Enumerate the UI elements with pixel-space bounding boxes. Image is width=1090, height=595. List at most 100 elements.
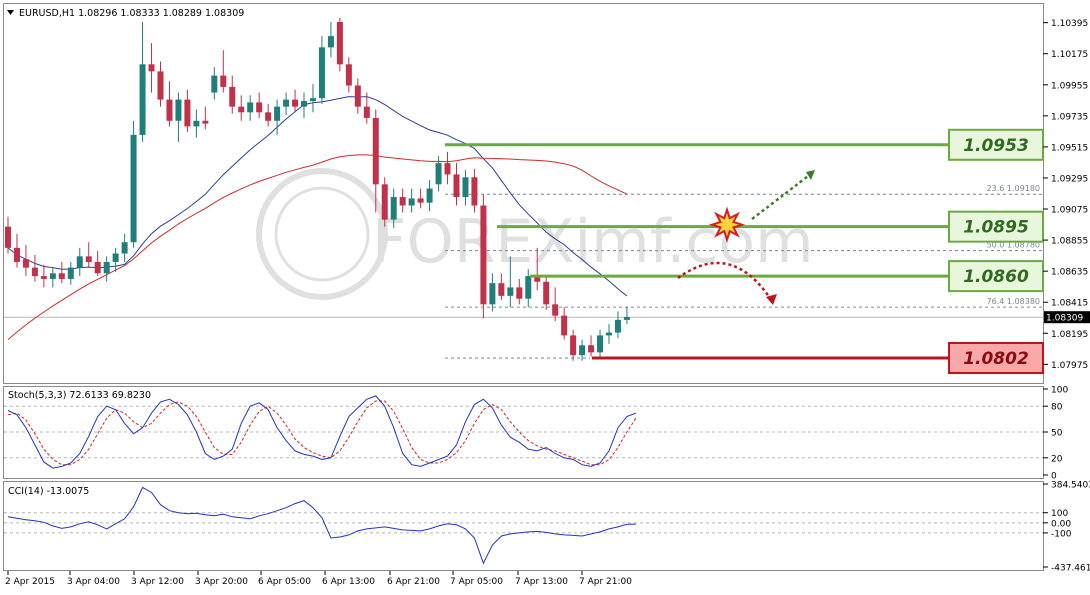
price-tick-label: 1.09515 [1051, 143, 1088, 153]
chart-canvas: FOREXimf.com 23.6 1.0918050.0 1.0878076.… [3, 3, 1090, 587]
candle-body [67, 267, 74, 279]
candle-body [76, 256, 83, 268]
price-tick-label: 1.09955 [1051, 81, 1088, 91]
cci-title: CCI(14) -13.0075 [8, 486, 89, 497]
candle-body [184, 99, 191, 127]
candle-body [103, 261, 110, 274]
candle-body [408, 198, 415, 206]
candle-body [40, 276, 47, 279]
current-price-label: 1.08309 [1046, 314, 1083, 324]
candle-body [220, 75, 227, 87]
cci-panel-frame [3, 481, 1044, 571]
candle-body [112, 253, 119, 262]
price-tick-label: 1.08415 [1051, 299, 1088, 309]
candle-body [318, 47, 325, 99]
candle-body [157, 71, 164, 100]
candle-body [292, 99, 299, 107]
stoch-tick-label: 100 [1051, 386, 1068, 396]
cci-tick-label: 0.00 [1051, 519, 1071, 529]
candle-body [139, 64, 146, 135]
candle-body [211, 75, 218, 93]
candle-body [58, 273, 65, 279]
candle-body [5, 226, 11, 248]
price-tick-label: 1.10395 [1051, 19, 1088, 29]
stoch-tick-label: 80 [1051, 403, 1063, 413]
price-tick-label: 1.08635 [1051, 268, 1088, 278]
price-tick-label: 1.09075 [1051, 206, 1088, 216]
stoch-tick-label: 50 [1051, 429, 1063, 439]
candle-body [148, 64, 155, 72]
price-tick-label: 1.09295 [1051, 174, 1088, 184]
fib-level-label: 23.6 1.09180 [987, 184, 1040, 193]
candle-body [399, 197, 406, 206]
cci-tick-label: 100 [1051, 509, 1068, 519]
time-tick-label: 2 Apr 2015 [5, 577, 55, 587]
time-tick-label: 3 Apr 04:00 [67, 577, 120, 587]
candle-body [471, 177, 478, 206]
candle-body [175, 99, 182, 121]
candle-body [597, 335, 604, 353]
price-tick-label: 1.08195 [1051, 330, 1088, 340]
candle-body [265, 112, 272, 121]
candle-body [309, 98, 316, 102]
candle-body [579, 345, 586, 356]
candle-body [85, 256, 92, 262]
candle-body [13, 247, 20, 262]
price-tick-label: 1.08855 [1051, 237, 1088, 247]
candle-body [614, 319, 621, 333]
candle-body [372, 117, 379, 185]
candle-body [480, 205, 487, 305]
candle-body [623, 317, 630, 320]
candle-body [247, 102, 254, 113]
chart-window: FOREXimf.com 23.6 1.09180 50.0 1.08780 76.… [0, 0, 1090, 591]
candle-body [435, 163, 442, 185]
candle-body [193, 120, 200, 127]
candle-body [49, 273, 56, 279]
candle-body [453, 174, 460, 198]
price-tick-label: 1.10175 [1051, 50, 1088, 60]
candle-body [274, 106, 281, 121]
candle-body [327, 36, 334, 48]
price-tick-label: 1.07975 [1051, 361, 1088, 371]
candle-body [426, 188, 433, 203]
candle-body [605, 332, 612, 336]
candle-body [516, 287, 523, 299]
price-panel-frame [3, 3, 1044, 384]
cci-tick-label: -437.4614 [1051, 564, 1090, 574]
candle-body [22, 259, 29, 268]
candle-body [301, 101, 308, 107]
price-tick-label: 1.09735 [1051, 112, 1088, 122]
candle-body [390, 197, 397, 220]
candle-body [345, 64, 352, 86]
candle-body [570, 335, 577, 356]
time-tick-label: 6 Apr 05:00 [258, 577, 311, 587]
candle-body [31, 267, 38, 277]
candle-body [417, 198, 424, 203]
candle-body [462, 177, 469, 198]
candle-body [561, 315, 568, 336]
price-level-label: 1.0953 [963, 136, 1029, 156]
candle-body [543, 281, 550, 305]
watermark-text: FOREXimf.com [372, 207, 814, 277]
price-level-label: 1.0802 [963, 349, 1029, 369]
candle-body [256, 102, 263, 113]
fib-level-label: 76.4 1.08380 [987, 297, 1040, 306]
time-tick-label: 6 Apr 13:00 [322, 577, 375, 587]
time-tick-label: 3 Apr 12:00 [131, 577, 184, 587]
candle-body [202, 120, 209, 124]
candle-body [229, 86, 236, 107]
candle-body [121, 242, 128, 254]
candle-body [354, 85, 361, 107]
price-level-label: 1.0860 [963, 267, 1029, 287]
candle-body [444, 163, 451, 175]
candle-body [552, 304, 559, 316]
time-tick-label: 7 Apr 21:00 [579, 577, 632, 587]
breakout-burst-icon [708, 206, 746, 244]
stoch-title: Stoch(5,3,3) 72.6133 69.8230 [8, 390, 151, 401]
candle-body [283, 99, 290, 107]
time-tick-label: 3 Apr 20:00 [195, 577, 248, 587]
cci-tick-label: -100 [1051, 529, 1072, 539]
candle-body [94, 261, 101, 274]
candle-body [507, 287, 514, 296]
candle-body [130, 134, 137, 243]
